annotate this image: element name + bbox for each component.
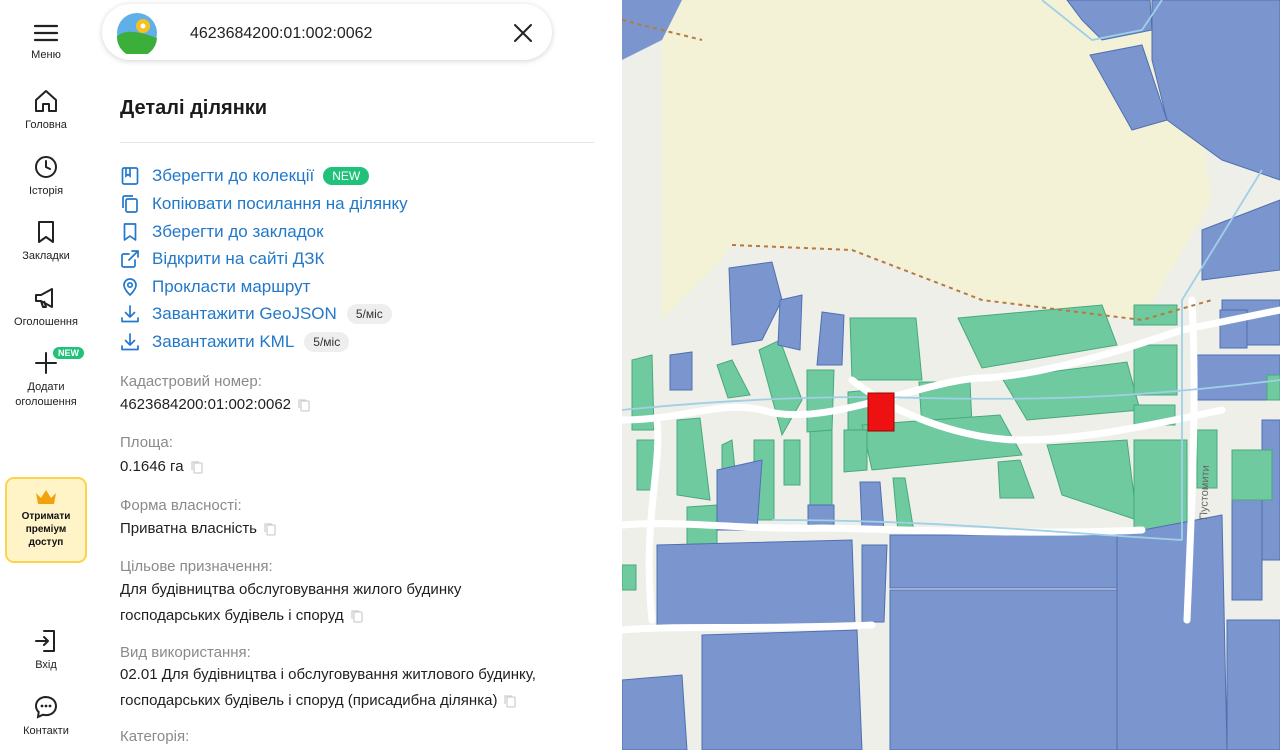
nav-login[interactable]: Вхід (0, 628, 92, 673)
nav-ads-label: Оголошення (14, 316, 78, 328)
new-badge: NEW (323, 167, 370, 185)
new-badge: NEW (53, 347, 84, 359)
nav-add-ad-label: Додати оголошення (15, 381, 77, 408)
crown-icon (36, 490, 56, 504)
copy-icon[interactable] (297, 398, 311, 412)
app-logo-icon (116, 13, 157, 54)
cadastral-number: 4623684200:01:002:0062 (120, 396, 292, 413)
close-icon[interactable] (512, 22, 534, 44)
nav-bookmarks-label: Закладки (22, 250, 70, 262)
location-pin-icon (123, 278, 137, 297)
save-bookmark-button[interactable]: Зберегти до закладок (120, 220, 324, 244)
download-icon (121, 305, 139, 323)
copy-icon[interactable] (190, 460, 204, 474)
street-label: Пустомити (1198, 465, 1212, 520)
megaphone-icon (35, 288, 53, 308)
action-label: Відкрити на сайті ДЗК (152, 249, 325, 268)
page-title: Деталі ділянки (120, 97, 268, 119)
nav-contacts[interactable]: Контакти (0, 694, 92, 739)
action-label: Завантажити KML (152, 332, 295, 351)
premium-button[interactable]: Отримати преміум доступ (5, 477, 87, 563)
limit-badge: 5/міс (304, 332, 350, 352)
nav-home-label: Головна (25, 119, 67, 131)
open-dzk-button[interactable]: Відкрити на сайті ДЗК (120, 247, 324, 271)
ownership-value: Приватна власність (120, 516, 590, 542)
cadastral-label: Кадастровий номер: (120, 373, 262, 390)
action-label: Прокласти маршрут (152, 277, 311, 296)
chat-icon (34, 695, 58, 719)
login-icon (35, 630, 55, 652)
download-kml-button[interactable]: Завантажити KML 5/міс (120, 330, 350, 354)
nav-bookmarks[interactable]: Закладки (0, 219, 92, 264)
premium-label: Отримати преміум доступ (21, 511, 71, 548)
nav-rail: Меню Головна Історія Закладки Оголошення… (0, 0, 92, 750)
bookmark-icon (123, 223, 137, 241)
nav-login-label: Вхід (35, 659, 57, 671)
purpose-line-1: Для будівництва обслуговування жилого бу… (120, 581, 462, 598)
nav-menu[interactable]: Меню (0, 22, 92, 63)
category-label: Категорія: (120, 728, 190, 745)
save-to-collection-button[interactable]: Зберегти до колекції NEW (120, 164, 370, 188)
external-link-icon (121, 250, 139, 268)
hamburger-icon (33, 24, 59, 42)
copy-link-button[interactable]: Копіювати посилання на ділянку (120, 192, 408, 216)
purpose-value: Для будівництва обслуговування жилого бу… (120, 577, 590, 629)
usage-line-1: 02.01 Для будівництва і обслуговування ж… (120, 666, 536, 683)
action-label: Копіювати посилання на ділянку (152, 194, 408, 213)
nav-ads[interactable]: Оголошення (0, 285, 92, 330)
selected-parcel[interactable] (867, 392, 895, 432)
action-label: Зберегти до колекції (152, 166, 315, 185)
cadastral-value: 4623684200:01:002:0062 (120, 392, 590, 418)
area-number: 0.1646 га (120, 458, 184, 475)
usage-label: Вид використання: (120, 644, 251, 661)
copy-icon[interactable] (263, 522, 277, 536)
purpose-label: Цільове призначення: (120, 558, 273, 575)
usage-line-2: господарських будівель і споруд (присади… (120, 692, 498, 709)
bookmark-icon (38, 221, 54, 243)
limit-badge: 5/міс (346, 304, 392, 324)
copy-icon[interactable] (350, 609, 364, 623)
nav-menu-label: Меню (31, 49, 61, 61)
search-bar[interactable]: 4623684200:01:002:0062 (102, 4, 552, 60)
nav-contacts-label: Контакти (23, 725, 69, 737)
purpose-line-2: господарських будівель і споруд (120, 607, 344, 624)
divider (120, 142, 594, 143)
ownership-label: Форма власності: (120, 497, 242, 514)
map-svg[interactable]: Пустомити (622, 0, 1280, 750)
search-input[interactable]: 4623684200:01:002:0062 (190, 25, 372, 43)
download-geojson-button[interactable]: Завантажити GeoJSON 5/міс (120, 302, 392, 326)
action-label: Завантажити GeoJSON (152, 304, 337, 323)
home-icon (35, 90, 57, 112)
nav-home[interactable]: Головна (0, 88, 92, 133)
details-panel: 4623684200:01:002:0062 Деталі ділянки Зб… (92, 0, 622, 750)
collection-icon (121, 167, 139, 185)
copy-icon[interactable] (503, 694, 517, 708)
nav-add-ad[interactable]: NEW Додати оголошення (0, 347, 92, 410)
map-canvas[interactable]: Пустомити (622, 0, 1280, 750)
action-label: Зберегти до закладок (152, 222, 324, 241)
route-button[interactable]: Прокласти маршрут (120, 275, 310, 299)
copy-icon (122, 195, 138, 213)
area-label: Площа: (120, 434, 173, 451)
clock-icon (35, 156, 57, 178)
download-icon (121, 333, 139, 351)
nav-history-label: Історія (28, 185, 64, 197)
nav-history[interactable]: Історія (0, 154, 92, 199)
usage-value: 02.01 Для будівництва і обслуговування ж… (120, 662, 590, 714)
area-value: 0.1646 га (120, 454, 590, 480)
ownership-text: Приватна власність (120, 520, 257, 537)
